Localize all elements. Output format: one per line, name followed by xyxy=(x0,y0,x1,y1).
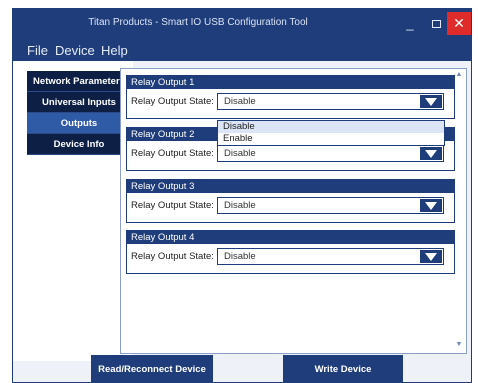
relay-state-label: Relay Output State: xyxy=(131,96,214,107)
relay-state-label: Relay Output State: xyxy=(131,251,214,262)
option-enable[interactable]: Enable xyxy=(218,133,444,145)
title-bar[interactable]: Titan Products - Smart IO USB Configurat… xyxy=(13,9,471,39)
chevron-down-icon[interactable] xyxy=(420,95,442,108)
tab-universal-inputs[interactable]: Universal Inputs xyxy=(27,92,131,113)
relay-output-3-select[interactable]: Disable xyxy=(217,197,444,214)
minimize-button[interactable]: _ xyxy=(397,13,423,35)
relay-output-1-select[interactable]: Disable xyxy=(217,93,444,110)
option-disable[interactable]: Disable xyxy=(218,121,444,133)
read-reconnect-button[interactable]: Read/Reconnect Device xyxy=(91,355,213,383)
outputs-panel[interactable]: ▲ Relay Output 1 Relay Output State: Dis… xyxy=(120,68,467,354)
sidebar: Network Parameters Universal Inputs Outp… xyxy=(13,61,133,361)
tab-list: Network Parameters Universal Inputs Outp… xyxy=(27,71,131,155)
menu-help[interactable]: Help xyxy=(101,43,128,58)
tab-network-parameters[interactable]: Network Parameters xyxy=(27,71,131,92)
relay-output-4-select[interactable]: Disable xyxy=(217,248,444,265)
relay-output-4-section: Relay Output 4 Relay Output State: Disab… xyxy=(126,230,455,274)
menu-file[interactable]: File xyxy=(27,43,48,58)
write-device-button[interactable]: Write Device xyxy=(283,355,403,383)
section-title: Relay Output 4 xyxy=(127,231,454,244)
tab-outputs[interactable]: Outputs xyxy=(27,113,131,134)
relay-output-1-dropdown-list[interactable]: Disable Enable xyxy=(217,120,445,146)
app-window: Titan Products - Smart IO USB Configurat… xyxy=(12,8,472,383)
relay-state-label: Relay Output State: xyxy=(131,200,214,211)
select-value: Disable xyxy=(224,200,256,211)
window-title: Titan Products - Smart IO USB Configurat… xyxy=(88,17,308,28)
maximize-button[interactable] xyxy=(423,13,449,35)
section-title: Relay Output 3 xyxy=(127,180,454,193)
relay-output-2-select[interactable]: Disable xyxy=(217,145,444,162)
chevron-down-icon[interactable] xyxy=(420,147,442,160)
menu-device[interactable]: Device xyxy=(55,43,95,58)
close-button[interactable]: ✕ xyxy=(447,12,471,35)
chevron-down-icon[interactable] xyxy=(420,250,442,263)
chevron-down-icon[interactable] xyxy=(420,199,442,212)
select-value: Disable xyxy=(224,251,256,262)
select-value: Disable xyxy=(224,148,256,159)
relay-output-3-section: Relay Output 3 Relay Output State: Disab… xyxy=(126,179,455,223)
relay-output-1-section: Relay Output 1 Relay Output State: Disab… xyxy=(126,75,455,119)
relay-state-label: Relay Output State: xyxy=(131,148,214,159)
section-title: Relay Output 1 xyxy=(127,76,454,89)
tab-device-info[interactable]: Device Info xyxy=(27,134,131,155)
menu-bar: File Device Help xyxy=(13,39,471,61)
maximize-icon xyxy=(431,20,441,28)
select-value: Disable xyxy=(224,96,256,107)
scroll-down-icon[interactable]: ▼ xyxy=(453,341,465,351)
